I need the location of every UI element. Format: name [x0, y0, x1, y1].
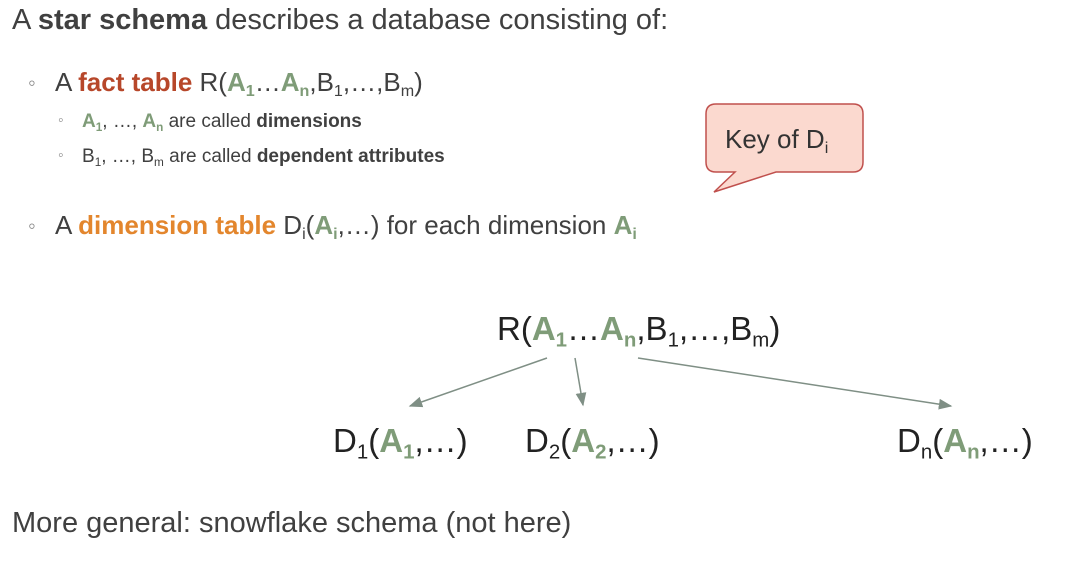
open-paren: (: [368, 422, 380, 459]
attr-b: B: [730, 310, 753, 347]
open-paren: (: [932, 422, 944, 459]
attr-a: A: [379, 422, 404, 459]
ellipsis: …: [567, 310, 601, 347]
diagram-graphics: [408, 103, 953, 410]
sub-1: 1: [403, 440, 415, 464]
close-ellipsis: ,…): [606, 422, 660, 459]
open-paren: (: [560, 422, 572, 459]
fact-node: R(A1…An,B1,…,Bm): [497, 310, 781, 350]
dimension-node-2: D2(A2,…): [525, 422, 660, 462]
close-ellipsis: ,…): [414, 422, 468, 459]
attr-a: A: [571, 422, 596, 459]
rel-r: R(: [497, 310, 532, 347]
sub-1: 1: [356, 440, 369, 464]
comma: ,: [636, 310, 646, 347]
sub-1: 1: [555, 328, 568, 352]
dimension-node-n: Dn(An,…): [897, 422, 1033, 462]
rel-d: D: [897, 422, 921, 459]
comma: ,: [678, 310, 689, 347]
arrow-to-d1: [408, 357, 548, 408]
arrow-to-dn: [637, 357, 953, 410]
comma: ,: [721, 310, 731, 347]
attr-a: A: [531, 310, 556, 347]
sub-n: n: [967, 440, 980, 464]
attr-a: A: [943, 422, 968, 459]
attr-a: A: [600, 310, 624, 347]
callout-label: Key of D: [725, 124, 825, 154]
close-ellipsis: ,…): [979, 422, 1033, 459]
sub-1: 1: [667, 328, 679, 352]
sub-n: n: [920, 440, 933, 464]
sub-2: 2: [595, 440, 607, 464]
rel-d: D: [333, 422, 357, 459]
arrow-to-d2: [574, 357, 587, 407]
ellipsis: …: [688, 310, 722, 347]
sub-2: 2: [548, 440, 561, 464]
rel-d: D: [525, 422, 549, 459]
callout-sub: i: [824, 139, 829, 158]
dimension-node-1: D1(A1,…): [333, 422, 468, 462]
footer-note: More general: snowflake schema (not here…: [12, 507, 572, 539]
close-paren: ): [769, 310, 781, 347]
callout-text: Key of Di: [725, 124, 829, 158]
sub-m: m: [752, 328, 770, 352]
sub-n: n: [623, 328, 637, 352]
attr-b: B: [645, 310, 668, 347]
